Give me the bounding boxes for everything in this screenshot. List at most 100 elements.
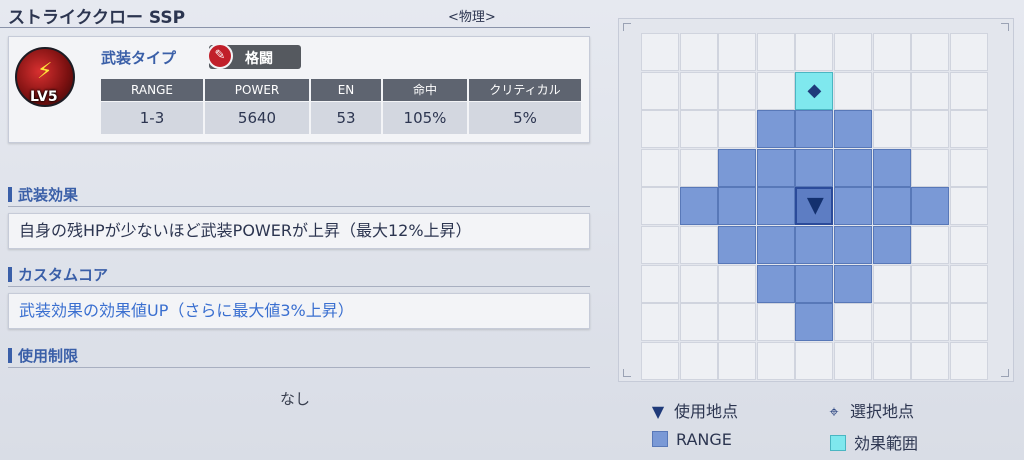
- frame-corner: [1001, 369, 1009, 377]
- grid-cell: [795, 341, 834, 380]
- grid-cell: [679, 226, 718, 264]
- grid-cell: [756, 71, 795, 110]
- weapon-type-chip: ✎ 格闘: [207, 43, 301, 69]
- grid-cell: [872, 341, 911, 380]
- down-triangle-icon: ▼: [651, 402, 665, 421]
- frame-corner: [1001, 23, 1009, 31]
- range-cell: [834, 264, 872, 303]
- range-cell: [795, 110, 834, 149]
- effect-swatch: [830, 435, 846, 451]
- grid-cell: [949, 110, 988, 149]
- range-grid: ◆ ▼: [641, 33, 989, 381]
- grid-cell: [872, 33, 911, 71]
- level-badge: LV5: [30, 89, 58, 105]
- title-bar: ストライククロー SSP <物理>: [0, 0, 590, 28]
- grid-cell: [641, 33, 679, 71]
- stat-header-accuracy: 命中: [383, 79, 467, 101]
- range-cell: [834, 226, 872, 264]
- frame-corner: [623, 369, 631, 377]
- grid-cell: [679, 33, 718, 71]
- stats-table: RANGE POWER EN 命中 クリティカル 1-3 5640 53 105…: [101, 79, 581, 135]
- grid-cell: [641, 71, 679, 110]
- lightning-icon: ⚡: [37, 59, 53, 84]
- grid-cell: [834, 71, 872, 110]
- range-cell: [718, 226, 757, 264]
- attribute-label: <物理>: [448, 10, 496, 25]
- grid-cell: [949, 341, 988, 380]
- grid-cell: [949, 71, 988, 110]
- grid-cell: [949, 264, 988, 303]
- stat-value-critical: 5%: [469, 102, 581, 134]
- grid-cell: [718, 264, 757, 303]
- grid-cell: [872, 264, 911, 303]
- grid-cell: [679, 110, 718, 149]
- grid-cell: [679, 303, 718, 342]
- grid-cell: [679, 341, 718, 380]
- core-section-title: カスタムコア: [8, 264, 108, 285]
- range-cell: [872, 148, 911, 187]
- selected-point-cell: ◆: [795, 71, 834, 110]
- frame-corner: [623, 23, 631, 31]
- legend-effect-area-label: 効果範囲: [854, 434, 919, 453]
- grid-cell: [756, 341, 795, 380]
- legend-range: RANGE: [652, 430, 732, 449]
- grid-cell: [718, 341, 757, 380]
- range-cell: [756, 187, 795, 226]
- grid-cell: [949, 303, 988, 342]
- grid-cell: [911, 264, 950, 303]
- stat-value-range: 1-3: [101, 102, 203, 134]
- grid-cell: [949, 226, 988, 264]
- grid-cell: [911, 341, 950, 380]
- grid-cell: [718, 110, 757, 149]
- restriction-value: なし: [280, 390, 311, 408]
- effect-section-title: 武装効果: [8, 184, 78, 205]
- range-cell: [834, 110, 872, 149]
- weapon-card: ⚡ LV5 武装タイプ ✎ 格闘 RANGE POWER EN 命中 クリティカ…: [8, 36, 590, 143]
- stat-value-accuracy: 105%: [383, 102, 467, 134]
- grid-cell: [872, 71, 911, 110]
- range-cell: [718, 148, 757, 187]
- grid-cell: [949, 33, 988, 71]
- stat-header-range: RANGE: [101, 79, 203, 101]
- grid-cell: [756, 303, 795, 342]
- core-description: 武装効果の効果値UP（さらに最大値3%上昇）: [8, 293, 590, 329]
- grid-cell: [911, 148, 950, 187]
- grid-cell: [949, 148, 988, 187]
- grid-cell: [834, 303, 872, 342]
- target-icon: ⌖: [829, 402, 839, 421]
- legend-use-point: ▼ 使用地点: [648, 398, 738, 422]
- grid-cell: [756, 33, 795, 71]
- grid-cell: [641, 226, 679, 264]
- weapon-type-value: 格闘: [245, 51, 273, 67]
- use-point-cell: ▼: [795, 187, 834, 226]
- effect-description: 自身の残HPが少ないほど武装POWERが上昇（最大12%上昇）: [8, 213, 590, 249]
- stat-value-power: 5640: [205, 102, 309, 134]
- range-cell: [795, 148, 834, 187]
- range-cell: [834, 187, 872, 226]
- legend-select-point: ⌖ 選択地点: [824, 398, 914, 422]
- restriction-section-title: 使用制限: [8, 345, 78, 366]
- grid-cell: [949, 187, 988, 226]
- grid-cell: [911, 71, 950, 110]
- legend-select-point-label: 選択地点: [850, 402, 915, 421]
- grid-cell: [641, 148, 679, 187]
- range-cell: [718, 187, 757, 226]
- grid-cell: [718, 33, 757, 71]
- range-cell: [795, 264, 834, 303]
- grid-cell: [718, 71, 757, 110]
- range-cell: [756, 226, 795, 264]
- claw-icon: ✎: [207, 43, 233, 69]
- grid-cell: [911, 110, 950, 149]
- grid-cell: [641, 264, 679, 303]
- down-triangle-icon: ▼: [806, 193, 824, 219]
- section-divider: [8, 286, 590, 287]
- stat-header-power: POWER: [205, 79, 309, 101]
- section-divider: [8, 367, 590, 368]
- range-cell: [795, 226, 834, 264]
- section-divider: [8, 206, 590, 207]
- range-cell: [872, 187, 911, 226]
- grid-cell: [679, 71, 718, 110]
- range-map-panel: ◆ ▼ ▼ 使用地点 ⌖ 選択地点 RANGE 効果範囲: [618, 18, 1018, 460]
- range-cell: [756, 264, 795, 303]
- grid-cell: [911, 226, 950, 264]
